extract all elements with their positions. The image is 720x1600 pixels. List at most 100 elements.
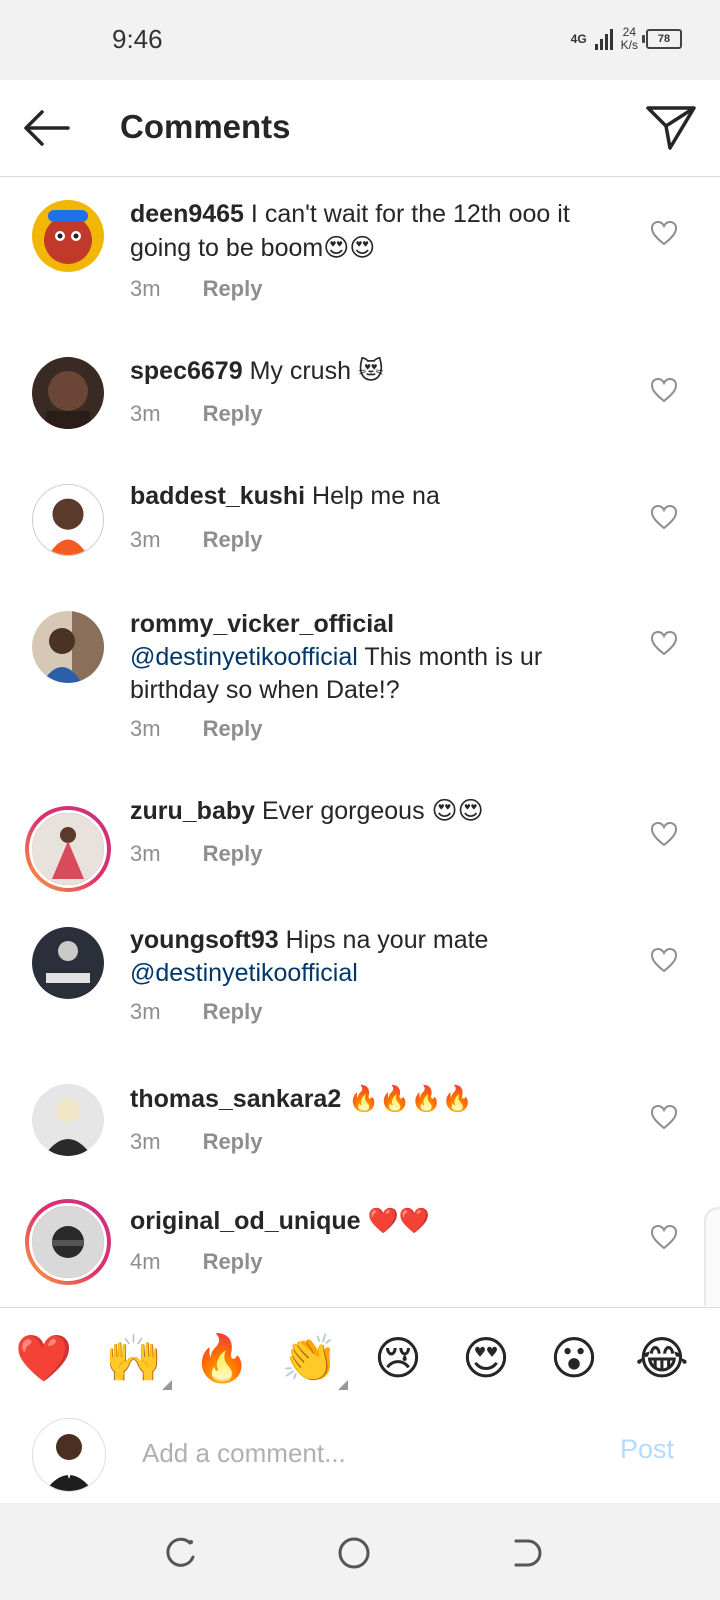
home-icon[interactable]	[334, 1533, 374, 1573]
comment-username[interactable]: thomas_sankara2	[130, 1085, 341, 1113]
heart-icon[interactable]	[650, 947, 678, 973]
reply-button[interactable]: Reply	[203, 276, 263, 301]
avatar-image	[32, 1084, 104, 1156]
heart-icon[interactable]	[650, 1104, 678, 1130]
comment-mention[interactable]: @destinyetikoofficial	[130, 643, 358, 671]
reaction-fire[interactable]: 🔥	[192, 1330, 252, 1386]
comment-time: 3m	[130, 1129, 161, 1154]
heart-icon[interactable]	[650, 821, 678, 847]
quick-reactions-bar: ❤️ 🙌 🔥 👏 😢 😍 😮 😂	[0, 1307, 720, 1405]
comment-username[interactable]: original_od_unique	[130, 1207, 361, 1235]
heart-icon[interactable]	[650, 220, 678, 246]
reaction-raised-hands[interactable]: 🙌	[104, 1330, 172, 1390]
skin-tone-indicator-icon	[162, 1380, 172, 1390]
reaction-heart-eyes[interactable]: 😍	[456, 1330, 516, 1386]
reaction-surprised[interactable]: 😮	[544, 1330, 604, 1386]
back-nav-icon[interactable]	[506, 1533, 546, 1573]
comment-time: 3m	[130, 276, 161, 301]
avatar-image	[32, 200, 104, 272]
avatar[interactable]	[32, 1084, 104, 1156]
comment-emoji: ❤️❤️	[367, 1206, 430, 1235]
reply-button[interactable]: Reply	[203, 1129, 263, 1154]
scrollbar-thumb[interactable]	[704, 1207, 720, 1306]
current-user-avatar	[32, 1418, 106, 1492]
avatar-story-ring[interactable]	[25, 1199, 111, 1285]
comment-username[interactable]: deen9465	[130, 200, 244, 228]
back-button[interactable]	[20, 104, 72, 152]
comment-username[interactable]: youngsoft93	[130, 926, 279, 954]
reply-button[interactable]: Reply	[203, 527, 263, 552]
comment-username[interactable]: zuru_baby	[130, 797, 255, 825]
comment-emoji: 😍😍	[323, 233, 376, 262]
comment-message: Ever gorgeous	[261, 797, 425, 825]
reply-button[interactable]: Reply	[203, 1249, 263, 1274]
avatar	[29, 810, 107, 888]
avatar[interactable]	[32, 611, 104, 683]
avatar-image	[32, 611, 104, 683]
comment-emoji: 😍😍	[431, 796, 484, 825]
page-title: Comments	[120, 108, 291, 145]
clap-emoji: 👏	[281, 1331, 339, 1385]
reaction-clap[interactable]: 👏	[280, 1330, 348, 1390]
avatar[interactable]	[32, 927, 104, 999]
comment-message: My crush	[249, 357, 351, 385]
avatar[interactable]	[32, 200, 104, 272]
reaction-laughing[interactable]: 😂	[632, 1330, 692, 1386]
comment-meta: 3m Reply	[130, 841, 262, 867]
avatar-image	[32, 357, 104, 429]
comment-username[interactable]: baddest_kushi	[130, 482, 305, 510]
reply-button[interactable]: Reply	[203, 401, 263, 426]
share-button[interactable]	[644, 102, 698, 152]
avatar-story-ring[interactable]	[25, 806, 111, 892]
comment-text: rommy_vicker_official @destinyetikooffic…	[130, 608, 630, 707]
comment-time: 3m	[130, 999, 161, 1024]
post-button[interactable]: Post	[620, 1434, 674, 1465]
avatar[interactable]	[32, 484, 104, 556]
comment-text: zuru_baby Ever gorgeous 😍😍	[130, 794, 630, 828]
comment-meta: 3m Reply	[130, 1129, 262, 1155]
comment-composer: Post	[0, 1404, 720, 1502]
heart-icon[interactable]	[650, 1224, 678, 1250]
signal-icon	[594, 28, 613, 50]
comment-time: 4m	[130, 1249, 161, 1274]
comment-input[interactable]	[140, 1430, 574, 1476]
comment-text: baddest_kushi Help me na	[130, 480, 630, 513]
reply-button[interactable]: Reply	[203, 841, 263, 866]
comment-text: spec6679 My crush 😻	[130, 354, 630, 388]
avatar-image	[33, 485, 103, 555]
comment-mention[interactable]: @destinyetikoofficial	[130, 959, 358, 987]
reaction-crying[interactable]: 😢	[368, 1330, 428, 1386]
heart-icon[interactable]	[650, 377, 678, 403]
heart-icon[interactable]	[650, 630, 678, 656]
comment-time: 3m	[130, 716, 161, 741]
battery-icon: 78	[642, 29, 682, 49]
comment-emoji: 🔥🔥🔥🔥	[348, 1084, 473, 1113]
comment-text: deen9465 I can't wait for the 12th ooo i…	[130, 198, 630, 265]
comment-username[interactable]: spec6679	[130, 357, 243, 385]
avatar-image	[32, 927, 104, 999]
avatar[interactable]	[32, 357, 104, 429]
system-navigation-bar	[0, 1503, 720, 1600]
comments-list: deen9465 I can't wait for the 12th ooo i…	[0, 177, 720, 1306]
reply-button[interactable]: Reply	[203, 999, 263, 1024]
comment-username[interactable]: rommy_vicker_official	[130, 610, 394, 638]
skin-tone-indicator-icon	[338, 1380, 348, 1390]
comment-time: 3m	[130, 527, 161, 552]
avatar-image	[33, 1419, 105, 1491]
network-speed: 24 K/s	[621, 26, 638, 52]
avatar-image	[32, 813, 104, 885]
paper-plane-icon	[646, 106, 696, 150]
comment-meta: 4m Reply	[130, 1249, 262, 1275]
recent-apps-icon[interactable]	[160, 1533, 200, 1573]
comments-header: Comments	[0, 80, 720, 177]
comment-message: Hips na your mate	[285, 926, 489, 954]
reaction-heart[interactable]: ❤️	[14, 1330, 74, 1386]
comment-meta: 3m Reply	[130, 716, 262, 742]
comment-emoji: 😻	[357, 356, 384, 385]
comment-text: youngsoft93 Hips na your mate @destinyet…	[130, 924, 630, 990]
comment-meta: 3m Reply	[130, 401, 262, 427]
arrow-left-icon	[24, 110, 70, 146]
avatar-image	[32, 1206, 104, 1278]
heart-icon[interactable]	[650, 504, 678, 530]
reply-button[interactable]: Reply	[203, 716, 263, 741]
